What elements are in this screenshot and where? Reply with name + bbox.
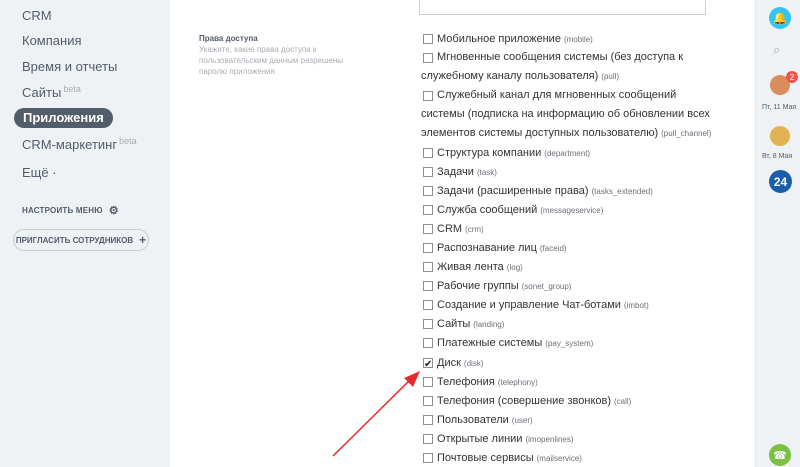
avatar[interactable] — [770, 126, 790, 146]
permission-code: (sonet_group) — [521, 282, 572, 291]
checkbox[interactable] — [423, 167, 433, 177]
sidebar-item-label: Время и отчеты — [22, 59, 118, 74]
checkbox[interactable] — [423, 434, 433, 444]
bitrix24-logo[interactable]: 24 — [769, 170, 792, 193]
permission-code: (user) — [511, 416, 533, 425]
right-rail: 🔔 ⌕ 2 Пт, 11 Мая Вт, 8 Мая 24 ☎ — [755, 0, 800, 467]
checkbox[interactable] — [423, 91, 433, 101]
access-rights-label: Права доступа — [199, 34, 258, 43]
permission-code: (task) — [476, 168, 497, 177]
sidebar-item-label: CRM — [22, 8, 52, 23]
beta-label: beta — [63, 84, 81, 94]
checkbox[interactable] — [423, 148, 433, 158]
invite-employees-button[interactable]: ПРИГЛАСИТЬ СОТРУДНИКОВ + — [13, 229, 149, 251]
main-content: Права доступа Укажите, какие права досту… — [170, 0, 755, 467]
phone-icon[interactable]: ☎ — [769, 444, 791, 466]
permission-label: системы (подписка на информацию об обнов… — [421, 108, 710, 120]
permission-label: Распознавание лиц — [437, 242, 537, 254]
chat-date: Пт, 11 Мая — [762, 104, 797, 111]
checkbox-checked[interactable] — [423, 356, 433, 374]
permission-label: Рабочие группы — [437, 280, 519, 292]
permission-label: Сайты — [437, 318, 471, 330]
permission-code: (pull) — [601, 72, 620, 81]
permission-label: Задачи (расширенные права) — [437, 185, 589, 197]
permission-code: (messageservice) — [540, 206, 604, 215]
permission-code: (mailservice) — [536, 454, 582, 463]
permission-code: (department) — [544, 149, 591, 158]
checkbox[interactable] — [423, 415, 433, 425]
permission-label: Почтовые сервисы — [437, 452, 534, 464]
permission-label: Платежные системы — [437, 337, 543, 349]
permission-code: (imopenlines) — [525, 435, 574, 444]
checkbox[interactable] — [423, 377, 433, 387]
permission-code: (pay_system) — [545, 339, 594, 348]
checkbox[interactable] — [423, 281, 433, 291]
sidebar-item-applications[interactable]: Приложения — [14, 108, 113, 128]
permission-code: (crm) — [465, 225, 484, 234]
checkbox[interactable] — [423, 396, 433, 406]
search-icon[interactable]: ⌕ — [773, 42, 780, 58]
permission-code: (call) — [614, 397, 632, 406]
permission-code: (telephony) — [497, 378, 538, 387]
permission-label: Мобильное приложение — [437, 33, 561, 45]
permission-label: Служба сообщений — [437, 204, 538, 216]
invite-button-label: ПРИГЛАСИТЬ СОТРУДНИКОВ — [15, 235, 134, 245]
permission-label: Открытые линии — [437, 433, 523, 445]
chat-date: Вт, 8 Мая — [762, 153, 793, 160]
checkbox[interactable] — [423, 262, 433, 272]
checkbox[interactable] — [423, 453, 433, 463]
sidebar-item-crm[interactable]: CRM — [22, 8, 52, 23]
permission-label: Телефония — [437, 376, 495, 388]
permission-label: Пользователи — [437, 414, 509, 426]
plus-icon: + — [139, 233, 147, 247]
checkbox[interactable] — [423, 34, 433, 44]
sidebar-item-crm-marketing[interactable]: CRM-маркетинг beta — [22, 136, 137, 152]
permission-code: (imbot) — [623, 301, 649, 310]
permission-label: Структура компании — [437, 147, 542, 159]
sidebar-item-label: CRM-маркетинг — [22, 137, 118, 152]
permission-code: (pull_channel) — [661, 129, 712, 138]
permission-label: Живая лента — [437, 261, 504, 273]
checkbox[interactable] — [423, 338, 433, 348]
permission-label: CRM — [437, 223, 463, 235]
bell-icon[interactable]: 🔔 — [769, 7, 791, 29]
checkbox[interactable] — [423, 300, 433, 310]
left-sidebar: CRM Компания Время и отчеты Сайты beta Пр… — [0, 0, 170, 467]
beta-label: beta — [119, 136, 137, 146]
settings-menu-link[interactable]: НАСТРОИТЬ МЕНЮ ⚙ — [22, 204, 119, 217]
sidebar-item-label: Сайты — [22, 85, 62, 100]
permission-label: Диск — [437, 357, 461, 369]
sidebar-item-more[interactable]: Ещё · — [22, 165, 57, 180]
permission-label: элементов системы доступных пользователю… — [421, 127, 659, 139]
permission-label: Служебный канал для мгновенных сообщений — [437, 89, 677, 101]
permission-code: (mobile) — [563, 35, 593, 44]
checkbox[interactable] — [423, 243, 433, 253]
sidebar-item-time-reports[interactable]: Время и отчеты — [22, 59, 117, 74]
sidebar-item-label: Ещё · — [22, 165, 57, 180]
access-rights-hint: Укажите, какие права доступа к пользоват… — [199, 45, 344, 76]
permission-code: (log) — [506, 263, 523, 272]
permission-code: (landing) — [473, 320, 505, 329]
permission-label: Задачи — [437, 166, 474, 178]
checkbox[interactable] — [423, 186, 433, 196]
sidebar-item-company[interactable]: Компания — [22, 33, 82, 48]
permission-code: (tasks_extended) — [591, 187, 653, 196]
permission-label: Телефония (совершение звонков) — [437, 395, 612, 407]
text-field[interactable] — [419, 0, 706, 15]
sidebar-item-label: Компания — [22, 33, 82, 48]
settings-menu-label: НАСТРОИТЬ МЕНЮ — [22, 206, 103, 215]
permission-code: (disk) — [463, 359, 484, 368]
unread-badge: 2 — [786, 71, 798, 83]
gear-icon: ⚙ — [108, 205, 119, 217]
permission-label: служебному каналу пользователя) — [421, 70, 599, 82]
permission-label: Мгновенные сообщения системы (без доступ… — [437, 51, 684, 63]
checkbox[interactable] — [423, 319, 433, 329]
permission-label: Создание и управление Чат-ботами — [437, 299, 621, 311]
checkbox[interactable] — [423, 205, 433, 215]
sidebar-item-sites[interactable]: Сайты beta — [22, 84, 81, 100]
sidebar-item-label: Приложения — [23, 110, 104, 125]
permission-code: (faceid) — [539, 244, 567, 253]
checkbox[interactable] — [423, 224, 433, 234]
checkbox[interactable] — [423, 53, 433, 63]
